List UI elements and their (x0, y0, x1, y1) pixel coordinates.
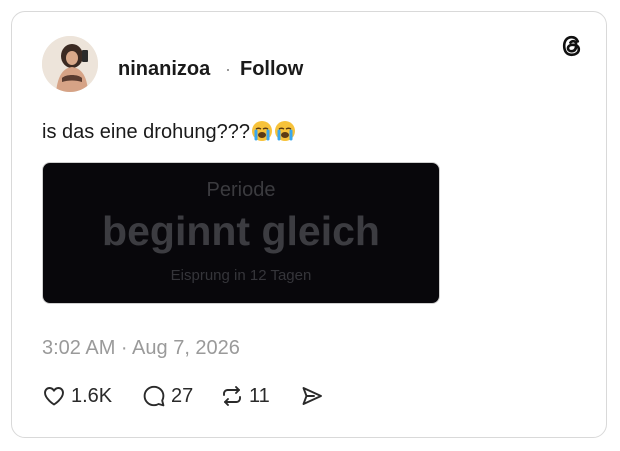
avatar[interactable] (42, 36, 98, 92)
post-timestamp[interactable]: 3:02 AM · Aug 7, 2026 (42, 336, 240, 360)
username[interactable]: ninanizoa (118, 57, 210, 81)
reply-button[interactable]: 27 (142, 383, 193, 409)
avatar-image (42, 36, 98, 92)
follow-button[interactable]: Follow (240, 57, 303, 81)
share-button[interactable] (300, 383, 324, 409)
media-caption-bottom: Eisprung in 12 Tagen (170, 267, 312, 284)
post-card: ninanizoa · Follow is das eine drohung??… (11, 11, 607, 438)
repost-button[interactable]: 11 (220, 383, 270, 409)
media-headline: beginnt gleich (102, 208, 380, 254)
comment-bubble-icon (143, 385, 165, 407)
repost-count: 11 (249, 385, 270, 407)
send-icon (302, 387, 322, 405)
loudly-crying-face-icon (251, 121, 272, 141)
like-count: 1.6K (71, 385, 113, 407)
separator-dot: · (225, 59, 231, 79)
heart-icon (44, 387, 64, 406)
threads-logo-icon[interactable] (558, 32, 586, 60)
loudly-crying-face-icon (274, 121, 295, 141)
post-text: is das eine drohung??? (42, 119, 296, 145)
like-button[interactable]: 1.6K (42, 383, 112, 409)
media-caption-top: Periode (206, 179, 276, 201)
post-media[interactable]: Periode beginnt gleich Eisprung in 12 Ta… (42, 162, 440, 304)
reply-count: 27 (171, 385, 194, 407)
post-body: is das eine drohung??? (42, 121, 250, 143)
repost-icon (223, 386, 241, 406)
